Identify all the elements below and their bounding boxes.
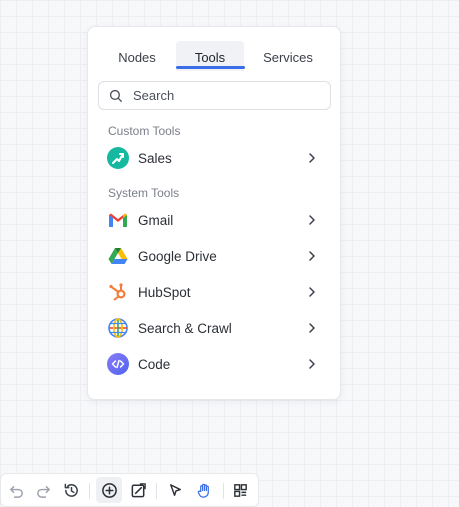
add-note-button[interactable]: [125, 477, 151, 503]
tool-picker-panel: Nodes Tools Services Custom Tools Sales …: [87, 26, 341, 400]
sales-icon: [107, 147, 129, 169]
redo-icon: [36, 485, 50, 498]
chevron-right-icon: [309, 153, 315, 163]
google-drive-icon: [107, 245, 129, 267]
undo-icon: [9, 485, 23, 498]
history-button[interactable]: [58, 477, 84, 503]
gmail-icon: [107, 209, 129, 231]
tool-item-label: Search & Crawl: [138, 320, 232, 336]
redo-button[interactable]: [30, 477, 56, 503]
hand-icon: [197, 483, 209, 498]
tool-item-label: Code: [138, 356, 171, 372]
pointer-mode-button[interactable]: [162, 477, 188, 503]
tool-item-label: Sales: [138, 150, 172, 166]
chevron-right-icon: [309, 215, 315, 225]
code-icon: [107, 353, 129, 375]
tool-item-code[interactable]: Code: [96, 348, 334, 380]
tab-nodes[interactable]: Nodes: [104, 41, 170, 71]
note-icon: [131, 482, 146, 497]
tool-item-google-drive[interactable]: Google Drive: [96, 240, 334, 272]
search-box[interactable]: [98, 81, 331, 110]
pointer-icon: [169, 483, 181, 496]
canvas-toolbar: [0, 473, 259, 507]
search-icon: [109, 89, 122, 102]
chevron-right-icon: [309, 251, 315, 261]
hubspot-icon: [107, 281, 129, 303]
tool-item-hubspot[interactable]: HubSpot: [96, 276, 334, 308]
layout-button[interactable]: [227, 477, 253, 503]
tool-item-label: Google Drive: [138, 248, 217, 264]
tool-item-gmail[interactable]: Gmail: [96, 204, 334, 236]
toolbar-divider: [89, 483, 90, 499]
tool-item-search-crawl[interactable]: Search & Crawl: [96, 312, 334, 344]
chevron-right-icon: [309, 287, 315, 297]
custom-tools-heading: Custom Tools: [108, 124, 181, 138]
toolbar-divider: [156, 483, 157, 499]
active-tab-indicator: [176, 66, 245, 69]
search-input[interactable]: [131, 87, 315, 104]
system-tools-heading: System Tools: [108, 186, 180, 200]
chevron-right-icon: [309, 323, 315, 333]
add-node-button[interactable]: [96, 477, 122, 503]
add-node-icon: [101, 482, 117, 498]
tool-item-label: HubSpot: [138, 284, 191, 300]
history-icon: [64, 483, 78, 497]
toolbar-divider: [223, 483, 224, 499]
tool-item-sales[interactable]: Sales: [96, 142, 334, 174]
layout-icon: [233, 483, 247, 497]
undo-button[interactable]: [3, 477, 29, 503]
tool-item-label: Gmail: [138, 212, 174, 228]
tab-services[interactable]: Services: [254, 41, 322, 71]
chevron-right-icon: [309, 359, 315, 369]
globe-icon: [107, 317, 129, 339]
hand-mode-button[interactable]: [191, 477, 217, 503]
